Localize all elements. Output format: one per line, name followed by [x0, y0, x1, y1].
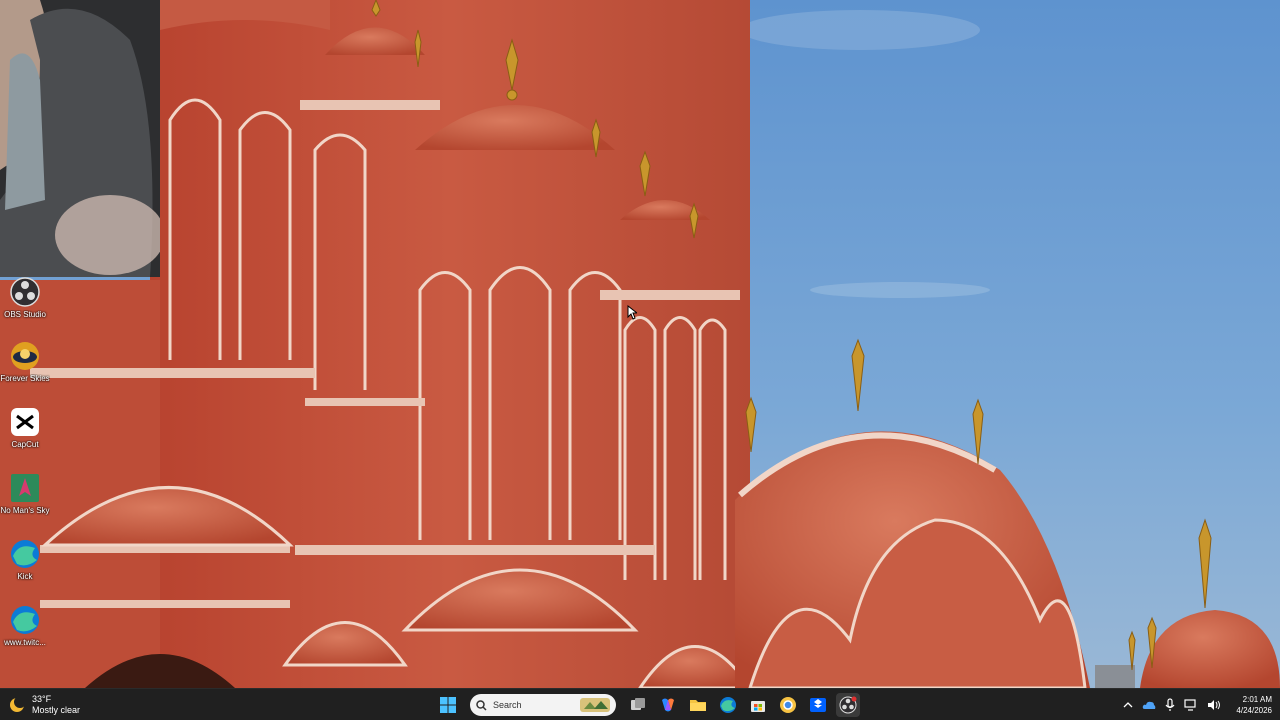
no-mans-sky-icon	[11, 474, 39, 502]
webcam-overlay	[0, 0, 160, 277]
start-button[interactable]	[436, 693, 460, 717]
search-highlight-icon	[580, 698, 610, 712]
weather-temp: 33°F	[32, 694, 52, 704]
store-button[interactable]	[746, 693, 770, 717]
desktop-icon-forever-skies[interactable]: Forever Skies	[0, 340, 50, 384]
windows-start-icon	[440, 697, 456, 713]
task-view-icon	[631, 698, 645, 710]
capcut-icon	[11, 408, 39, 436]
edge-button[interactable]	[716, 693, 740, 717]
desktop-icon-label: Kick	[17, 572, 33, 581]
file-explorer-button[interactable]	[686, 693, 710, 717]
search-placeholder: Search	[493, 700, 522, 710]
taskbar-search-box[interactable]: Search	[470, 694, 616, 716]
desktop-icon-label: CapCut	[11, 440, 39, 449]
system-tray: 2:01 AM 4/24/2026	[1123, 692, 1272, 718]
webcam-person-image	[0, 0, 160, 277]
desktop-icon-twitch[interactable]: www.twitc...	[0, 604, 50, 648]
store-icon	[751, 701, 765, 712]
obs-icon	[10, 277, 40, 307]
desktop-icon-label: OBS Studio	[4, 310, 46, 319]
search-icon	[476, 699, 487, 711]
edge-twitch-icon	[11, 606, 39, 634]
copilot-button[interactable]	[656, 693, 680, 717]
clock-date: 4/24/2026	[1236, 706, 1272, 715]
desktop-icon-no-mans-sky[interactable]: No Man's Sky	[0, 472, 50, 516]
chevron-up-icon[interactable]	[1123, 700, 1133, 710]
forever-skies-icon	[11, 342, 39, 370]
desktop-icon-kick[interactable]: Kick	[0, 538, 50, 582]
task-view-button[interactable]	[626, 693, 650, 717]
desktop-icon-capcut[interactable]: CapCut	[0, 406, 50, 450]
taskbar: 33°F Mostly clear Search 2:01 AM 4/24/20…	[0, 688, 1280, 720]
obs-taskbar-button[interactable]	[836, 693, 860, 717]
clock-time: 2:01 AM	[1242, 695, 1272, 704]
desktop-icon-label: Forever Skies	[0, 374, 50, 383]
desktop-wallpaper	[0, 0, 1280, 688]
chrome-canary-icon	[780, 697, 796, 713]
clock[interactable]: 2:01 AM 4/24/2026	[1236, 694, 1272, 716]
dropbox-icon	[810, 698, 826, 712]
chrome-canary-button[interactable]	[776, 693, 800, 717]
desktop-icon-obs-studio[interactable]: OBS Studio	[0, 276, 50, 320]
edge-icon	[720, 697, 736, 713]
mouse-cursor-icon	[627, 305, 637, 320]
desktop-icon-label: No Man's Sky	[0, 506, 50, 515]
moon-weather-icon	[10, 696, 26, 712]
volume-icon[interactable]	[1207, 699, 1221, 711]
taskbar-apps: Search	[436, 692, 860, 718]
weather-widget[interactable]: 33°F Mostly clear	[8, 693, 80, 717]
network-icon[interactable]	[1184, 699, 1198, 711]
onedrive-cloud-icon[interactable]	[1142, 699, 1156, 711]
obs-taskbar-icon	[839, 696, 857, 714]
weather-condition: Mostly clear	[32, 705, 81, 715]
copilot-icon	[662, 698, 674, 712]
desktop-icon-label: www.twitc...	[4, 638, 46, 647]
edge-kick-icon	[11, 540, 39, 568]
dropbox-button[interactable]	[806, 693, 830, 717]
folder-icon	[690, 700, 706, 711]
microphone-icon[interactable]	[1165, 698, 1175, 712]
